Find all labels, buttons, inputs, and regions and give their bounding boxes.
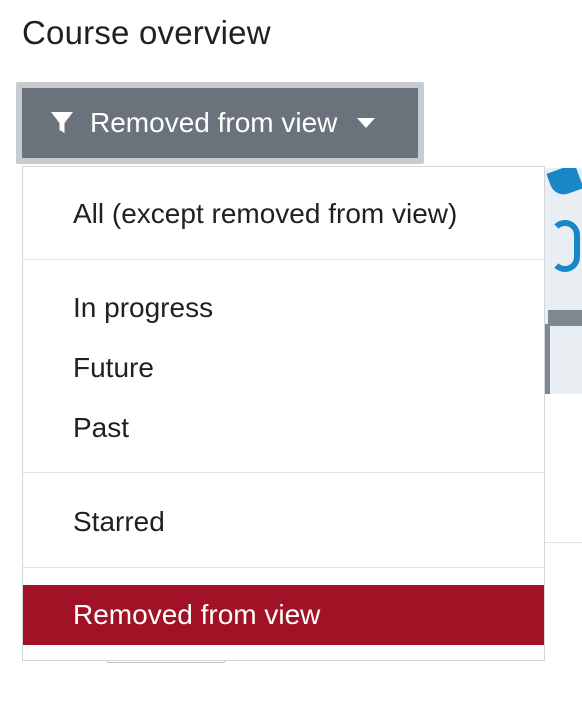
menu-item-starred[interactable]: Starred bbox=[23, 492, 544, 552]
menu-divider bbox=[23, 567, 544, 568]
course-image-shape bbox=[548, 310, 582, 326]
menu-item-removed-from-view[interactable]: Removed from view bbox=[23, 585, 544, 645]
menu-item-in-progress[interactable]: In progress bbox=[23, 278, 544, 338]
filter-dropdown-menu: All (except removed from view) In progre… bbox=[22, 166, 545, 661]
page-title: Course overview bbox=[22, 14, 271, 51]
menu-item-past[interactable]: Past bbox=[23, 398, 544, 458]
filter-button-label: Removed from view bbox=[90, 107, 338, 138]
filter-icon bbox=[50, 109, 78, 137]
course-image-shape bbox=[546, 168, 582, 199]
menu-item-future[interactable]: Future bbox=[23, 338, 544, 398]
filter-dropdown-button[interactable]: Removed from view bbox=[22, 88, 418, 158]
menu-item-all[interactable]: All (except removed from view) bbox=[23, 184, 544, 244]
course-image-shape bbox=[550, 220, 580, 272]
page: Course overview Removed from view All (e… bbox=[0, 0, 582, 704]
caret-down-icon bbox=[357, 118, 376, 128]
menu-divider bbox=[23, 472, 544, 473]
menu-divider bbox=[23, 259, 544, 260]
